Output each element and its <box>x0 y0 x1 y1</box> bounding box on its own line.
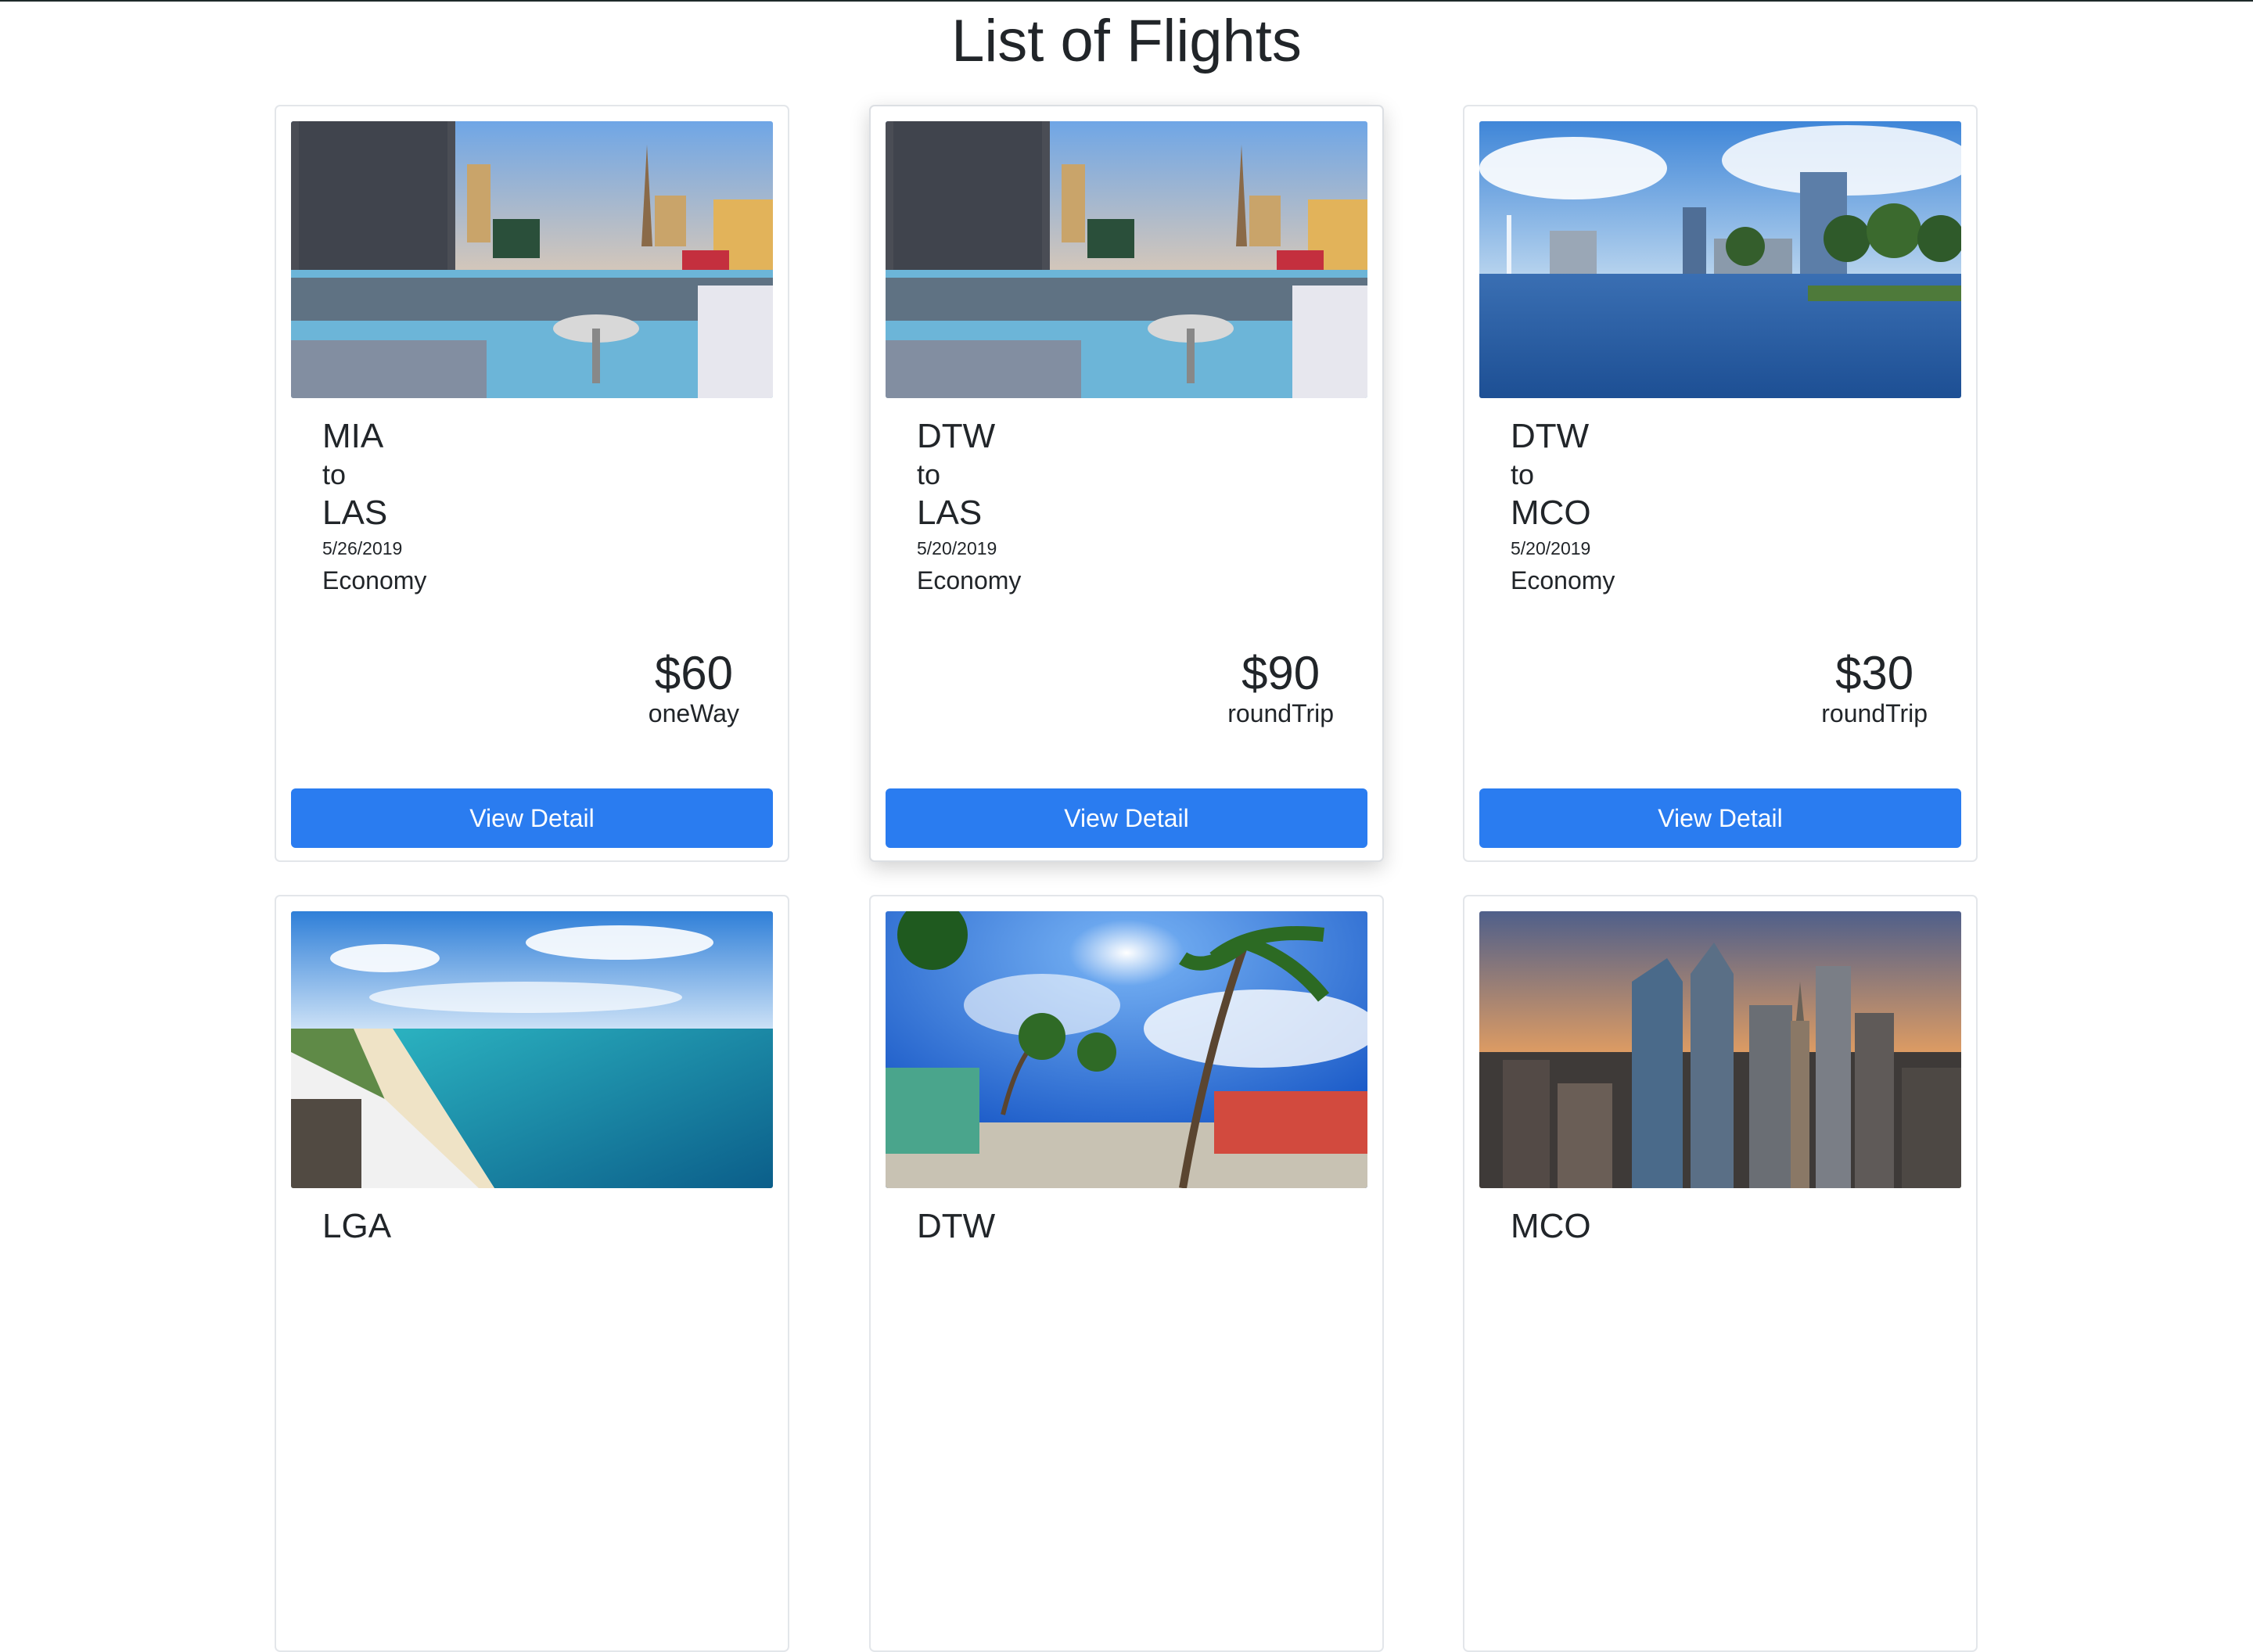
route-connector: to <box>1511 458 1535 490</box>
price: $30 <box>1835 647 1914 699</box>
las-vegas-pool-photo <box>886 121 1367 398</box>
las-vegas-pool-photo <box>291 121 773 398</box>
price: $90 <box>1241 647 1321 699</box>
route-connector: to <box>322 458 347 490</box>
route-info: DTW <box>917 1206 995 1247</box>
cabin-class: Economy <box>917 566 1022 594</box>
trip-type: roundTrip <box>1821 699 1928 727</box>
origin-code: MIA <box>322 417 384 455</box>
trip-type: oneWay <box>648 699 739 727</box>
route-info: MIA to LAS 5/26/2019 Economy <box>322 416 426 598</box>
page-title: List of Flights <box>951 8 1302 74</box>
view-detail-button[interactable]: View Detail <box>1479 788 1961 848</box>
origin-code: DTW <box>1511 417 1590 455</box>
route-info: DTW to LAS 5/20/2019 Economy <box>917 416 1021 598</box>
flight-card: LGA <box>275 895 789 1652</box>
price-block: $90 roundTrip <box>1227 647 1334 728</box>
destination-code: MCO <box>1511 494 1591 532</box>
flight-date: 5/20/2019 <box>1511 538 1591 558</box>
flight-card: DTW <box>869 895 1384 1652</box>
route-info: LGA <box>322 1206 391 1247</box>
tropical-palms-photo <box>886 911 1367 1188</box>
route-info: DTW to MCO 5/20/2019 Economy <box>1511 416 1615 598</box>
price-block: $60 oneWay <box>648 647 739 728</box>
flight-card: DTW to LAS 5/20/2019 Economy $90 roundTr… <box>869 105 1384 862</box>
flight-card: MCO <box>1463 895 1978 1652</box>
destination-code: LAS <box>917 494 983 532</box>
trip-type: roundTrip <box>1227 699 1334 727</box>
price-block: $30 roundTrip <box>1821 647 1928 728</box>
route-connector: to <box>917 458 941 490</box>
destination-code: LAS <box>322 494 388 532</box>
cabin-class: Economy <box>1511 566 1615 594</box>
cabin-class: Economy <box>322 566 427 594</box>
origin-code: DTW <box>917 417 996 455</box>
origin-code: DTW <box>917 1207 996 1245</box>
price: $60 <box>654 647 733 699</box>
flight-card: MIA to LAS 5/26/2019 Economy $60 oneWay … <box>275 105 789 862</box>
flight-card: DTW to MCO 5/20/2019 Economy $30 roundTr… <box>1463 105 1978 862</box>
origin-code: LGA <box>322 1207 392 1245</box>
flight-date: 5/26/2019 <box>322 538 403 558</box>
city-skyline-sunset-photo <box>1479 911 1961 1188</box>
origin-code: MCO <box>1511 1207 1591 1245</box>
route-info: MCO <box>1511 1206 1591 1247</box>
beach-coastline-photo <box>291 911 773 1188</box>
view-detail-button[interactable]: View Detail <box>886 788 1367 848</box>
top-border-line <box>0 0 2253 2</box>
orlando-lake-skyline-photo <box>1479 121 1961 398</box>
flight-date: 5/20/2019 <box>917 538 997 558</box>
view-detail-button[interactable]: View Detail <box>291 788 773 848</box>
